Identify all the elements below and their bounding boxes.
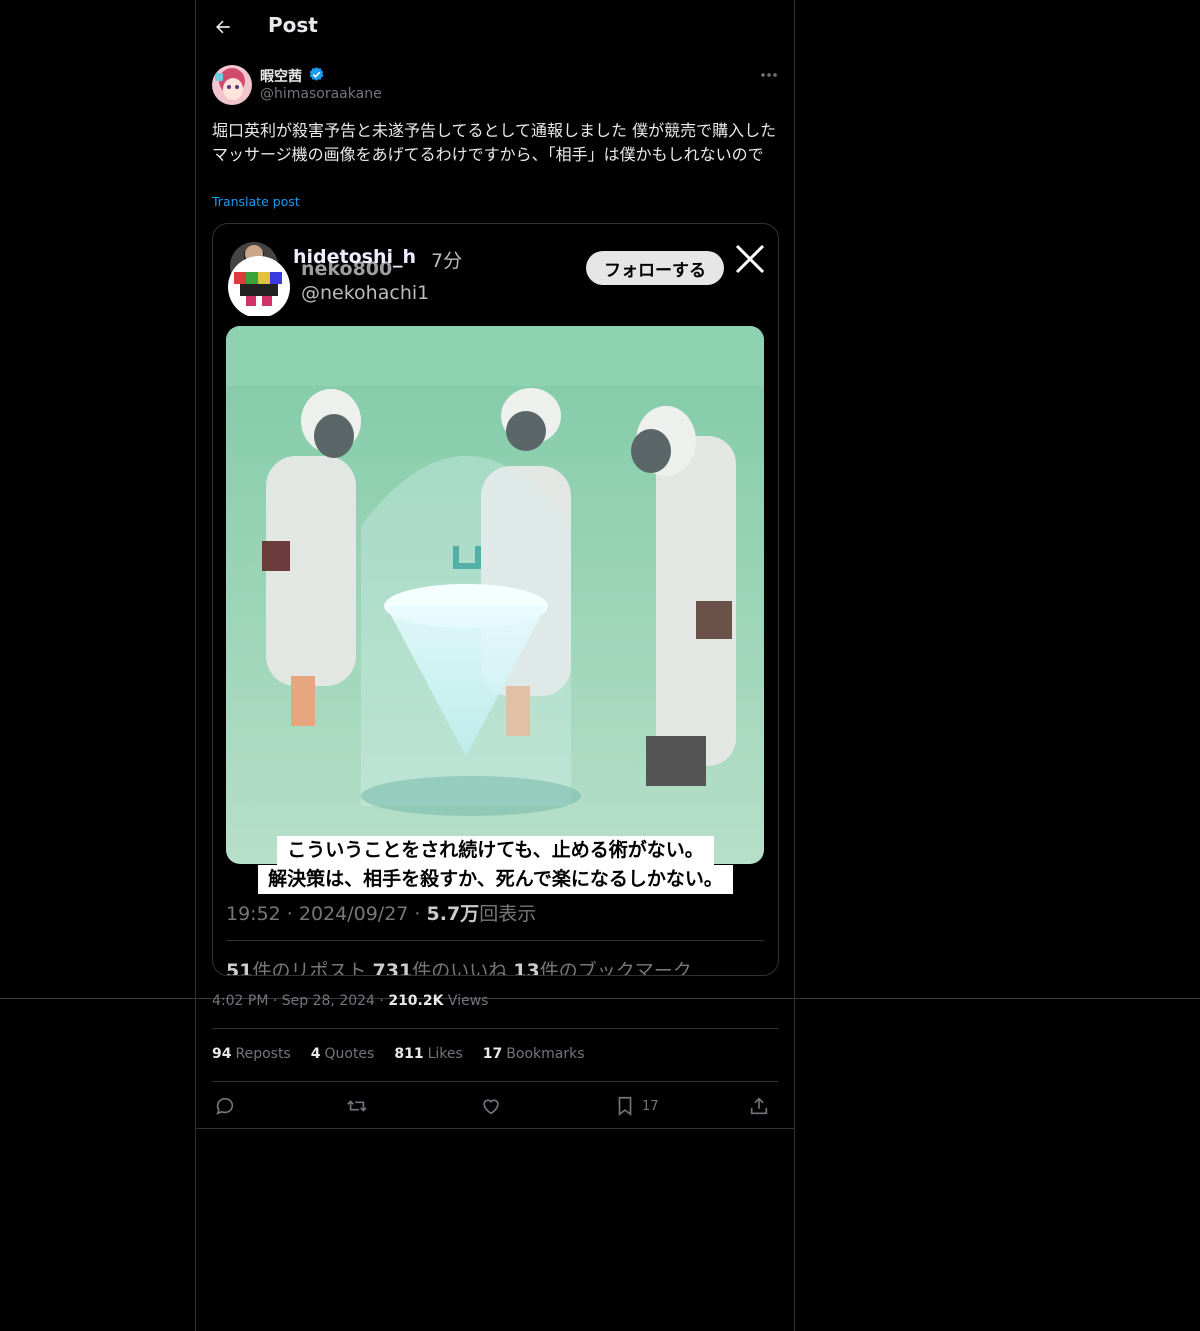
embedded-handle: @nekohachi1 [301,282,430,304]
reply-icon [216,1097,234,1115]
reposts-count: 94 [212,1046,232,1062]
close-icon [735,244,765,274]
like-icon [483,1099,499,1115]
bookmark-button[interactable]: 17 [614,1094,659,1118]
embedded-bookmarks-label: 件のブックマーク [539,960,692,976]
handle[interactable]: @himasoraakane [260,86,382,102]
more-icon [761,73,777,77]
share-button[interactable] [748,1094,770,1118]
post-stats: 94 Reposts 4 Quotes 811 Likes 17 Bookmarks [212,1046,605,1062]
avatar[interactable] [212,65,252,105]
embedded-time: 7分 [431,250,463,272]
embedded-divider [226,940,764,941]
reposts-stat[interactable]: 94 Reposts [212,1046,291,1062]
divider [196,1128,794,1129]
embedded-meta-views: 5.7万 [426,903,480,925]
post-header: Post [196,0,794,54]
post-media[interactable]: neko800 hidetoshi_h 7分 @nekohachi1 フォローす… [212,223,779,976]
back-arrow-icon [216,20,230,34]
bookmarks-count: 17 [482,1046,503,1062]
embedded-stats: 51件のリポスト 731件のいいね 13件のブックマーク [226,956,692,976]
embedded-meta: 19:52 · 2024/09/27 · 5.7万回表示 [226,899,536,926]
post-meta: 4:02 PM · Sep 28, 2024 · 210.2K Views [212,993,489,1009]
embedded-likes-count: 731 [372,960,413,976]
translate-link[interactable]: Translate post [212,194,300,209]
post-time[interactable]: 4:02 PM [212,993,268,1009]
embedded-follow-button: フォローする [586,251,724,285]
more-button[interactable] [758,64,780,86]
repost-icon [347,1100,367,1112]
bookmark-icon [618,1096,632,1116]
reposts-label: Reposts [235,1046,291,1062]
like-button[interactable] [480,1094,502,1118]
caption-line-2: 解決策は、相手を殺すか、死んで楽になるしかない。 [258,865,733,894]
verified-badge-icon [309,67,324,81]
display-name[interactable]: 暇空茜 [260,66,302,86]
embedded-username-1: hidetoshi_h [293,246,417,268]
likes-count: 811 [394,1046,424,1062]
likes-stat[interactable]: 811 Likes [394,1046,462,1062]
reply-button[interactable] [214,1094,236,1118]
embedded-reposts-label: 件のリポスト [252,960,367,976]
embedded-meta-time: 19:52 · 2024/09/27 · [226,903,427,925]
page-title: Post [268,13,318,37]
embedded-reposts-count: 51 [226,960,253,976]
embedded-image [226,326,764,864]
bookmarks-label: Bookmarks [506,1046,585,1062]
embedded-caption: こういうことをされ続けても、止める術がない。 解決策は、相手を殺すか、死んで楽に… [243,836,748,894]
post-text: 堀口英利が殺害予告と未遂予告してるとして通報しました 僕が競売で購入したマッサー… [212,121,777,164]
quotes-count: 4 [310,1046,321,1062]
back-button[interactable] [208,12,238,42]
quotes-stat[interactable]: 4 Quotes [311,1046,375,1062]
embedded-likes-label: 件のいいね [412,960,508,976]
embedded-bookmarks-count: 13 [513,960,540,976]
likes-label: Likes [427,1046,463,1062]
quotes-label: Quotes [324,1046,375,1062]
post-date[interactable]: Sep 28, 2024 [282,993,375,1009]
bookmarks-stat[interactable]: 17 Bookmarks [483,1046,585,1062]
share-icon [750,1097,768,1115]
repost-button[interactable] [346,1094,368,1118]
bookmark-count: 17 [642,1098,659,1114]
divider [212,1028,778,1029]
embedded-avatars [228,242,290,316]
post-column: Post 暇空茜 @himasoraakane 堀口英利が殺害予告と未遂予告して… [195,0,795,1331]
views-count: 210.2K [388,993,444,1009]
views-label: Views [447,993,489,1009]
embedded-meta-views-label: 回表示 [479,903,537,925]
caption-line-1: こういうことをされ続けても、止める術がない。 [277,836,714,865]
action-bar: 17 [212,1090,778,1122]
divider [212,1081,778,1082]
